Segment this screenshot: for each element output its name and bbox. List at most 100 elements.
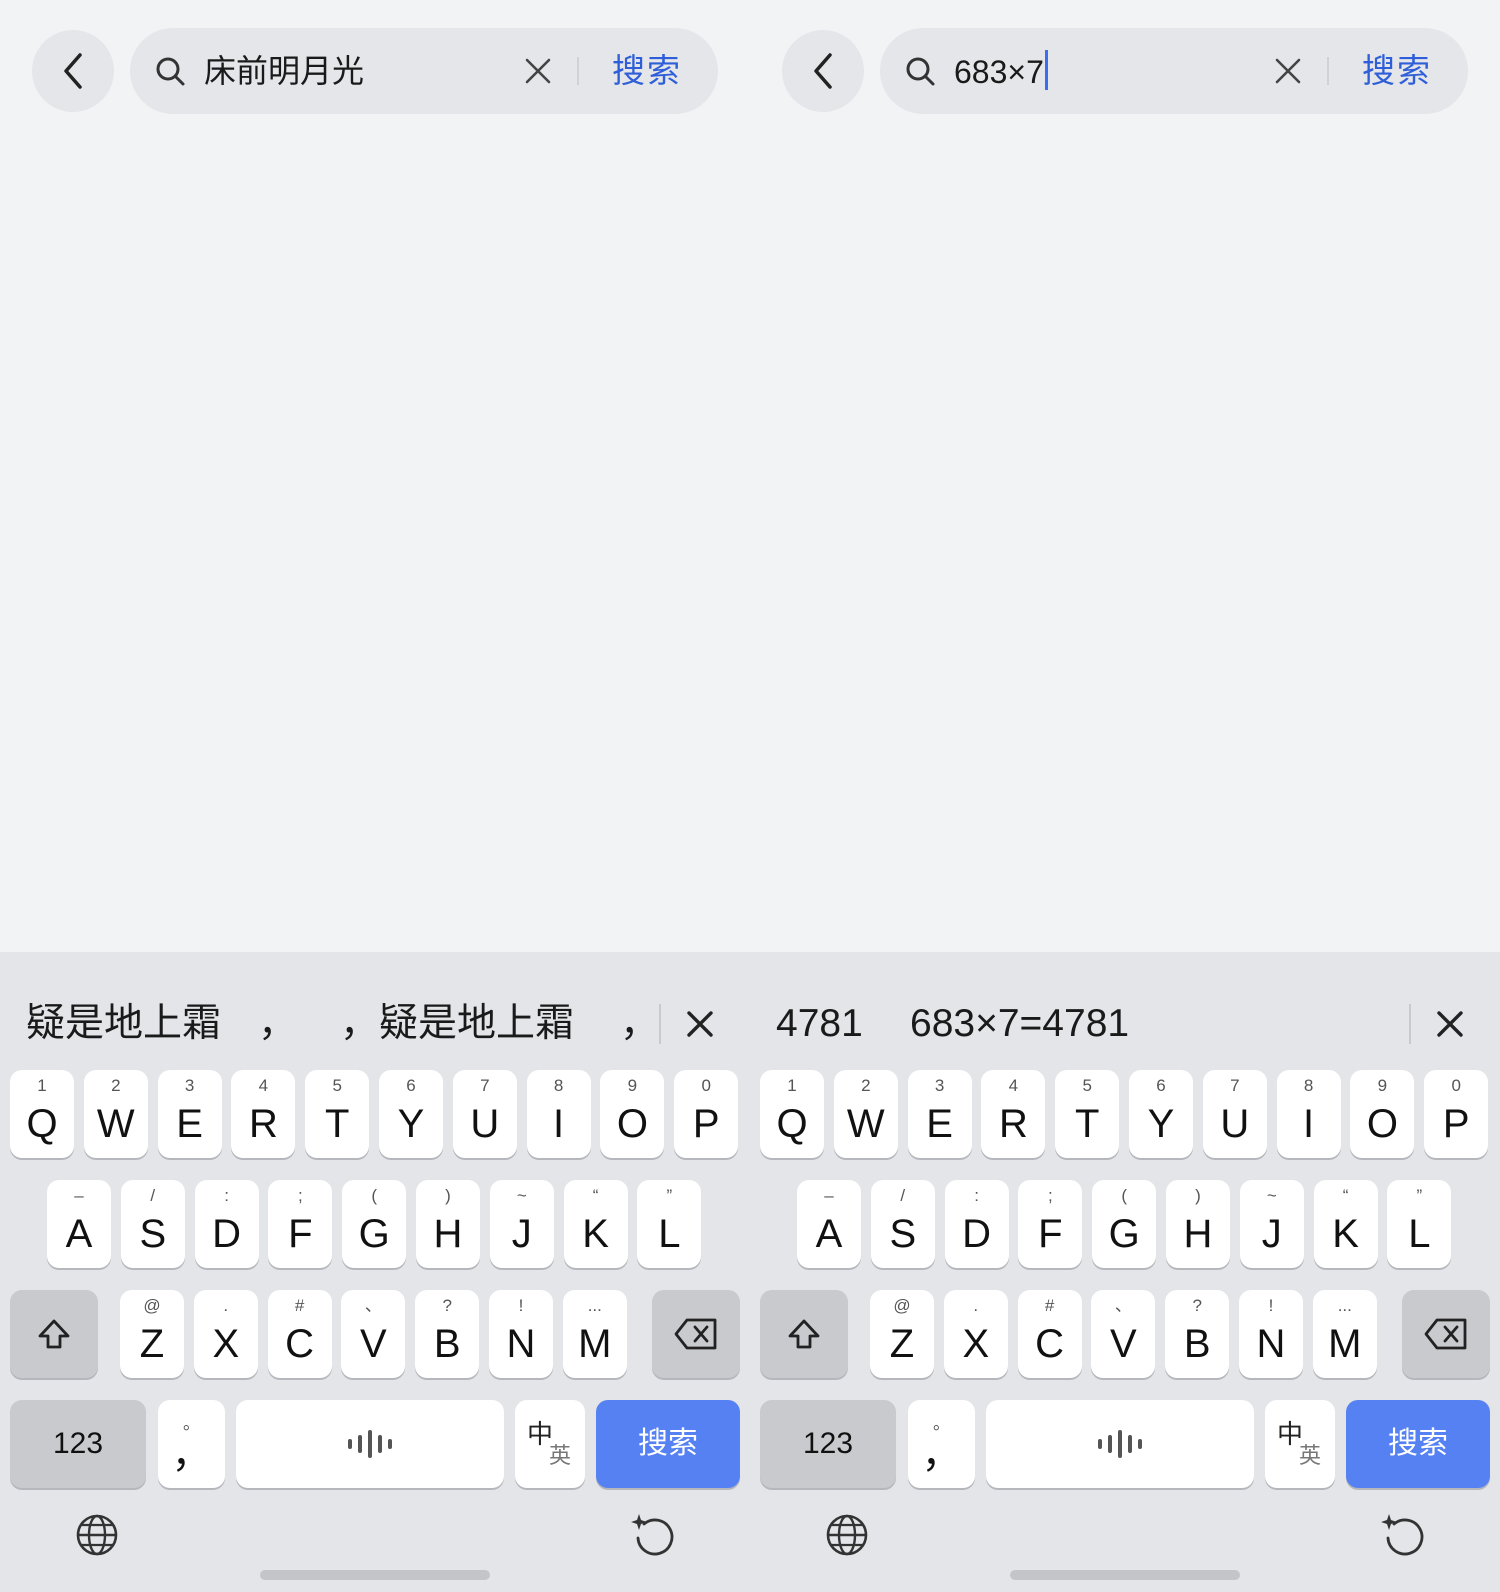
key-g[interactable]: (G	[342, 1180, 407, 1268]
key-h[interactable]: ) H	[1166, 1180, 1230, 1268]
key-a[interactable]: – A	[797, 1180, 861, 1268]
key-u[interactable]: 7U	[452, 1070, 517, 1158]
key-n[interactable]: ! N	[489, 1290, 553, 1378]
numbers-key[interactable]: 123	[10, 1400, 146, 1488]
search-enter-key[interactable]: 搜索	[1346, 1400, 1490, 1488]
key-r[interactable]: 4R	[231, 1070, 296, 1158]
candidate-item[interactable]: 疑是地上霜	[26, 1002, 221, 1046]
candidate-bar: 疑是地上霜 ， ，疑是地上霜 ，	[0, 952, 750, 1052]
globe-icon[interactable]	[824, 1512, 870, 1558]
keyboard: 4781 683×7=4781 1 Q 2 W 3 E 4 R 5 T 6 Y 7 U 8 I 9 O 0 P – A / S…	[750, 952, 1500, 1592]
key-f[interactable]: ; F	[268, 1180, 333, 1268]
key-q[interactable]: 1Q	[10, 1070, 74, 1158]
language-switch-key[interactable]: 中英	[1265, 1400, 1335, 1488]
key-q[interactable]: 1Q	[760, 1070, 824, 1158]
language-switch-key[interactable]: 中英	[515, 1400, 585, 1488]
key-p[interactable]: 0P	[1424, 1070, 1489, 1158]
key-k[interactable]: “K	[1313, 1180, 1378, 1268]
close-icon[interactable]	[684, 1008, 716, 1040]
candidate-item[interactable]: 683×7=4781	[910, 1002, 1129, 1046]
candidate-item[interactable]: ，	[258, 1002, 297, 1046]
key-b[interactable]: ? B	[415, 1290, 480, 1378]
globe-icon[interactable]	[74, 1512, 120, 1558]
home-indicator[interactable]	[1010, 1570, 1240, 1580]
key-label: S	[139, 1212, 167, 1256]
key-m[interactable]: ... M	[1312, 1290, 1377, 1378]
search-enter-key[interactable]: 搜索	[596, 1400, 740, 1488]
key-a[interactable]: – A	[47, 1180, 111, 1268]
sparkle-rotate-icon[interactable]	[1380, 1512, 1426, 1558]
key-label: N	[1256, 1322, 1286, 1366]
key-label: L	[1408, 1212, 1431, 1256]
key-hint: 7	[1230, 1076, 1240, 1095]
shift-icon	[788, 1319, 820, 1349]
search-input[interactable]: 683×7	[954, 50, 1048, 93]
key-d[interactable]: :D	[944, 1180, 1009, 1268]
home-indicator[interactable]	[260, 1570, 490, 1580]
key-v[interactable]: 、 V	[1091, 1290, 1156, 1378]
key-t[interactable]: 5T	[305, 1070, 370, 1158]
key-r[interactable]: 4R	[981, 1070, 1046, 1158]
key-z[interactable]: @ Z	[870, 1290, 934, 1378]
backspace-key[interactable]	[652, 1290, 740, 1378]
sparkle-rotate-icon[interactable]	[630, 1512, 676, 1558]
candidate-item[interactable]: ，疑是地上霜	[340, 1002, 574, 1046]
search-input[interactable]: 床前明月光	[204, 50, 364, 92]
key-t[interactable]: 5T	[1055, 1070, 1120, 1158]
key-hint: 6	[1156, 1076, 1166, 1095]
close-icon[interactable]	[1434, 1008, 1466, 1040]
back-button[interactable]	[782, 30, 864, 112]
key-j[interactable]: ~ J	[489, 1180, 554, 1268]
backspace-key[interactable]	[1402, 1290, 1490, 1378]
key-label: Y	[1147, 1102, 1175, 1146]
key-c[interactable]: # C	[1017, 1290, 1082, 1378]
key-f[interactable]: ; F	[1018, 1180, 1083, 1268]
search-button[interactable]: 搜索	[612, 50, 682, 92]
close-icon[interactable]	[1274, 57, 1302, 85]
close-icon[interactable]	[524, 57, 552, 85]
key-w[interactable]: 2W	[833, 1070, 898, 1158]
key-e[interactable]: 3E	[157, 1070, 222, 1158]
key-l[interactable]: ” L	[1387, 1180, 1452, 1268]
key-x[interactable]: .X	[943, 1290, 1008, 1378]
candidate-item[interactable]: 4781	[776, 1002, 863, 1046]
key-l[interactable]: ” L	[637, 1180, 702, 1268]
key-k[interactable]: “K	[563, 1180, 628, 1268]
space-key[interactable]	[236, 1400, 504, 1488]
key-o[interactable]: 9O	[600, 1070, 665, 1158]
key-y[interactable]: 6Y	[1129, 1070, 1193, 1158]
key-s[interactable]: / S	[870, 1180, 935, 1268]
key-y[interactable]: 6Y	[379, 1070, 443, 1158]
key-hint: 7	[480, 1076, 490, 1095]
space-key[interactable]	[986, 1400, 1254, 1488]
key-label: O	[1366, 1102, 1398, 1146]
search-query-text: 床前明月光	[204, 53, 365, 89]
candidate-item[interactable]: ，	[620, 1002, 659, 1046]
key-i[interactable]: 8I	[526, 1070, 591, 1158]
key-j[interactable]: ~ J	[1239, 1180, 1304, 1268]
punctuation-key[interactable]: 。，	[908, 1400, 975, 1488]
key-s[interactable]: / S	[120, 1180, 185, 1268]
shift-key[interactable]	[760, 1290, 848, 1378]
key-p[interactable]: 0P	[674, 1070, 739, 1158]
key-u[interactable]: 7U	[1202, 1070, 1267, 1158]
key-z[interactable]: @ Z	[120, 1290, 184, 1378]
key-h[interactable]: ) H	[416, 1180, 480, 1268]
key-c[interactable]: # C	[267, 1290, 332, 1378]
numbers-key[interactable]: 123	[760, 1400, 896, 1488]
search-button[interactable]: 搜索	[1362, 50, 1432, 92]
key-o[interactable]: 9O	[1350, 1070, 1415, 1158]
key-g[interactable]: (G	[1092, 1180, 1157, 1268]
key-e[interactable]: 3E	[907, 1070, 972, 1158]
key-w[interactable]: 2W	[83, 1070, 148, 1158]
key-x[interactable]: .X	[193, 1290, 258, 1378]
punctuation-key[interactable]: 。，	[158, 1400, 225, 1488]
key-d[interactable]: :D	[194, 1180, 259, 1268]
key-v[interactable]: 、 V	[341, 1290, 406, 1378]
shift-key[interactable]	[10, 1290, 98, 1378]
key-i[interactable]: 8I	[1276, 1070, 1341, 1158]
key-b[interactable]: ? B	[1165, 1290, 1230, 1378]
key-m[interactable]: ... M	[562, 1290, 627, 1378]
back-button[interactable]	[32, 30, 114, 112]
key-n[interactable]: ! N	[1239, 1290, 1303, 1378]
